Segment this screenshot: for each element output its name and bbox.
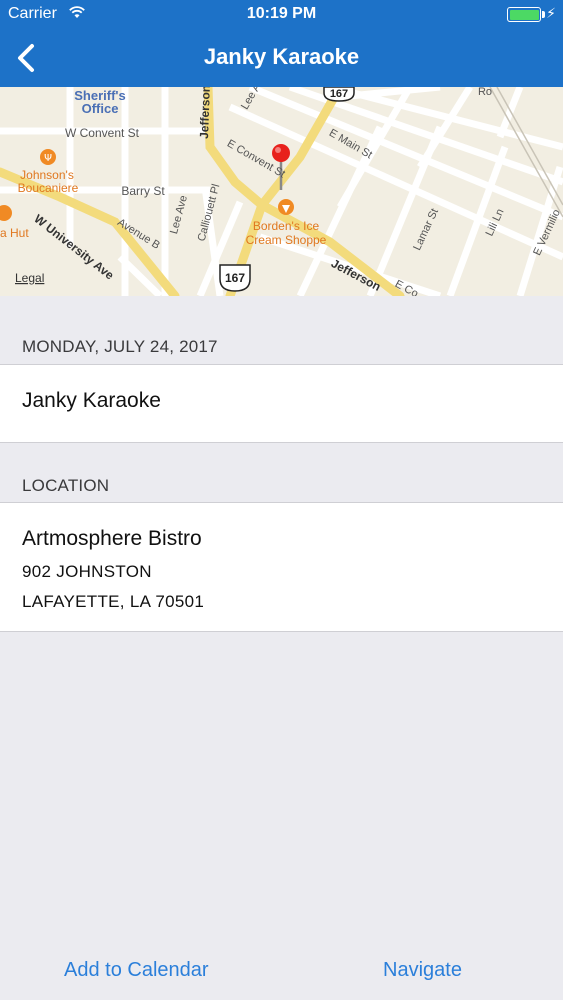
- address-line-2: LAFAYETTE, LA 70501: [22, 592, 205, 611]
- status-bar: Carrier 10:19 PM ⚡: [0, 0, 563, 30]
- charging-icon: ⚡: [546, 5, 556, 21]
- svg-text:Office: Office: [82, 101, 119, 116]
- page-title: Janky Karaoke: [203, 44, 360, 69]
- svg-text:Boucaniere: Boucaniere: [18, 181, 79, 195]
- event-name: Janky Karaoke: [22, 389, 161, 412]
- location-cell[interactable]: Artmosphere Bistro 902 JOHNSTON LAFAYETT…: [0, 502, 563, 632]
- add-to-calendar-button[interactable]: Add to Calendar: [64, 959, 209, 982]
- address-line-1: 902 JOHNSTON: [22, 562, 152, 581]
- event-name-cell: Janky Karaoke: [0, 364, 563, 443]
- svg-text:Johnson's: Johnson's: [20, 168, 74, 182]
- navigate-button[interactable]: Navigate: [383, 959, 462, 982]
- venue-name: Artmosphere Bistro: [22, 527, 202, 550]
- svg-text:W Convent St: W Convent St: [65, 126, 140, 140]
- navigation-bar: Janky Karaoke: [0, 30, 563, 87]
- svg-text:Ψ: Ψ: [44, 153, 52, 164]
- battery-tip: [542, 11, 545, 18]
- map-view[interactable]: 167 167 Ψ Sheriff's Office W Convent St: [0, 87, 563, 296]
- map-canvas: 167 167 Ψ Sheriff's Office W Convent St: [0, 87, 563, 296]
- svg-text:Barry St: Barry St: [121, 184, 165, 198]
- date-section-header: MONDAY, JULY 24, 2017: [22, 337, 218, 356]
- route-shield-bottom: 167: [219, 264, 251, 292]
- svg-text:Borden's Ice: Borden's Ice: [253, 219, 320, 233]
- svg-text:167: 167: [225, 271, 245, 285]
- svg-text:167: 167: [330, 88, 348, 100]
- svg-text:Jefferson: Jefferson: [197, 87, 213, 139]
- header: Carrier 10:19 PM ⚡ Janky Karaoke: [0, 0, 563, 87]
- restaurant-icon[interactable]: Ψ: [40, 149, 56, 165]
- svg-text:Ro: Ro: [478, 87, 492, 98]
- svg-text:Cream Shoppe: Cream Shoppe: [246, 233, 327, 247]
- legal-link[interactable]: Legal: [15, 271, 44, 285]
- route-shield-top: 167: [323, 87, 355, 102]
- bottom-toolbar: Add to Calendar Navigate: [0, 940, 563, 1000]
- battery-icon: [507, 7, 541, 22]
- clock: 10:19 PM: [246, 5, 317, 22]
- ice-cream-icon[interactable]: [278, 199, 294, 215]
- svg-text:a Hut: a Hut: [0, 226, 29, 240]
